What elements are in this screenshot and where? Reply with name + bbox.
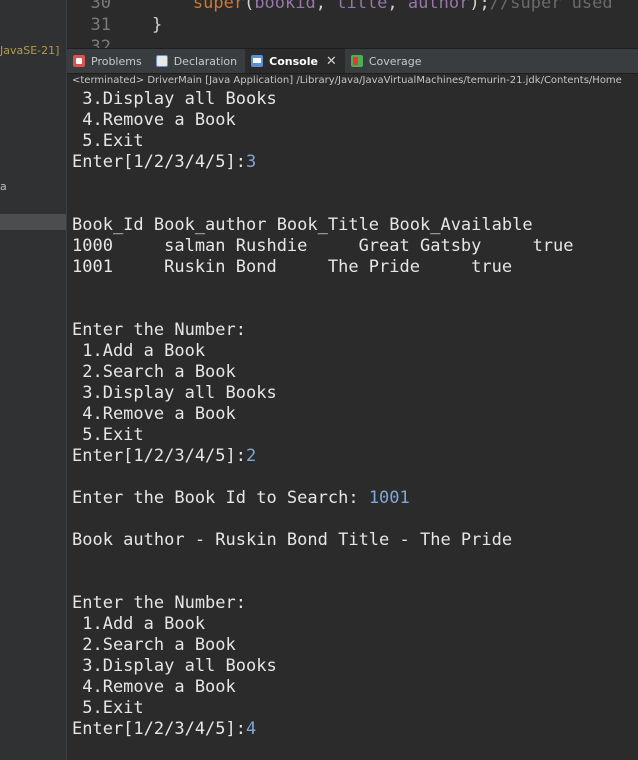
console-text: Enter the Book Id to Search:: [72, 488, 369, 508]
declaration-icon: [155, 55, 168, 67]
line-number: 30: [90, 0, 111, 13]
console-text: Book_Id Book_author Book_Title Book_Avai…: [72, 215, 533, 235]
console-text: 2.Search a Book: [72, 635, 236, 655]
code-token: ,: [315, 0, 337, 13]
console-text: 1.Add a Book: [72, 341, 206, 361]
console-text: 1001 Ruskin Bond The Pride true: [72, 257, 513, 277]
user-input-value: 1001: [368, 488, 410, 508]
code-token: title: [336, 0, 388, 13]
tab-label: Coverage: [368, 54, 422, 68]
console-text: 1000 salman Rushdie Great Gatsby true: [72, 236, 574, 256]
console-line: 1.Add a Book: [72, 614, 205, 635]
code-line[interactable]: 32: [67, 36, 111, 48]
console-line: Enter[1/2/3/4/5]:3: [72, 152, 256, 173]
console-line: Book_Id Book_author Book_Title Book_Avai…: [72, 215, 533, 236]
console-line: Enter the Number:: [72, 320, 246, 341]
package-explorer-panel[interactable]: JavaSE-21] a: [0, 0, 67, 760]
tab-console[interactable]: Console ✕: [245, 49, 345, 73]
tab-coverage[interactable]: Coverage: [345, 49, 430, 73]
tab-label: Declaration: [173, 54, 238, 68]
console-text: Enter the Number:: [72, 593, 246, 613]
console-line: 3.Display all Books: [72, 656, 277, 677]
code-line[interactable]: 30 super(bookid, title, author);//super …: [67, 0, 613, 14]
console-text: 5.Exit: [72, 425, 144, 445]
user-input-value: 2: [246, 446, 257, 466]
coverage-icon: [350, 55, 363, 67]
code-token: ,: [387, 0, 408, 13]
tab-declaration[interactable]: Declaration: [150, 49, 245, 73]
code-editor[interactable]: 30 super(bookid, title, author);//super …: [67, 0, 638, 48]
console-line: 4.Remove a Book: [72, 110, 236, 131]
code-line[interactable]: 31 }: [67, 14, 163, 36]
console-output[interactable]: 3.Display all Books 4.Remove a Book 5.Ex…: [67, 89, 638, 760]
console-text: 2.Search a Book: [72, 362, 236, 382]
code-token: );: [469, 0, 490, 13]
console-text: 3.Display all Books: [72, 383, 277, 403]
console-line: 5.Exit: [72, 131, 144, 152]
line-number: 31: [90, 15, 111, 35]
code-token: super: [111, 0, 245, 13]
explorer-item-fragment[interactable]: a: [0, 180, 7, 193]
problems-icon: [73, 55, 85, 67]
console-text: 3.Display all Books: [72, 656, 277, 676]
console-text: Book author - Ruskin Bond Title - The Pr…: [72, 530, 513, 550]
user-input-value: 4: [246, 719, 257, 739]
console-line: 3.Display all Books: [72, 89, 277, 110]
line-number: 32: [90, 37, 111, 48]
console-line: 5.Exit: [72, 698, 144, 719]
console-text: Enter[1/2/3/4/5]:: [72, 446, 246, 466]
console-status-line: <terminated> DriverMain [Java Applicatio…: [72, 75, 622, 86]
console-text: 5.Exit: [72, 698, 144, 718]
console-line: Book author - Ruskin Bond Title - The Pr…: [72, 530, 512, 551]
console-line: 2.Search a Book: [72, 635, 236, 656]
console-line: Enter[1/2/3/4/5]:2: [72, 446, 256, 467]
jre-library-label[interactable]: JavaSE-21]: [0, 44, 59, 57]
console-line: 5.Exit: [72, 425, 144, 446]
console-text: Enter[1/2/3/4/5]:: [72, 719, 246, 739]
console-line: 4.Remove a Book: [72, 404, 236, 425]
console-line: 2.Search a Book: [72, 362, 236, 383]
console-line: 3.Display all Books: [72, 383, 277, 404]
code-token: }: [111, 15, 163, 35]
console-line: Enter the Book Id to Search: 1001: [72, 488, 410, 509]
console-text: 5.Exit: [72, 131, 144, 151]
console-text: 4.Remove a Book: [72, 110, 236, 130]
console-text: Enter the Number:: [72, 320, 246, 340]
console-text: 4.Remove a Book: [72, 404, 236, 424]
tab-problems[interactable]: Problems: [67, 49, 150, 73]
console-text: 3.Display all Books: [72, 89, 277, 109]
tab-label: Problems: [91, 54, 142, 68]
close-icon[interactable]: ✕: [326, 54, 337, 69]
explorer-selected-row[interactable]: [0, 214, 66, 230]
console-line: 1000 salman Rushdie Great Gatsby true: [72, 236, 574, 257]
console-text: 1.Add a Book: [72, 614, 206, 634]
console-line: 4.Remove a Book: [72, 677, 236, 698]
console-line: 1001 Ruskin Bond The Pride true: [72, 257, 512, 278]
bottom-panel-tabbar: Problems Declaration Console ✕ Coverage: [67, 48, 638, 74]
eclipse-window: JavaSE-21] a 30 super(bookid, title, aut…: [0, 0, 638, 760]
console-line: 1.Add a Book: [72, 341, 205, 362]
console-text: 4.Remove a Book: [72, 677, 236, 697]
code-token: bookid: [254, 0, 316, 13]
tab-label: Console: [269, 54, 318, 68]
console-line: Enter the Number:: [72, 593, 246, 614]
code-token: //super used: [489, 0, 613, 13]
console-icon: [251, 55, 264, 67]
console-line: Enter[1/2/3/4/5]:4: [72, 719, 256, 740]
code-token: (: [244, 0, 255, 13]
console-text: Enter[1/2/3/4/5]:: [72, 152, 246, 172]
code-token: author: [407, 0, 470, 13]
user-input-value: 3: [246, 152, 257, 172]
